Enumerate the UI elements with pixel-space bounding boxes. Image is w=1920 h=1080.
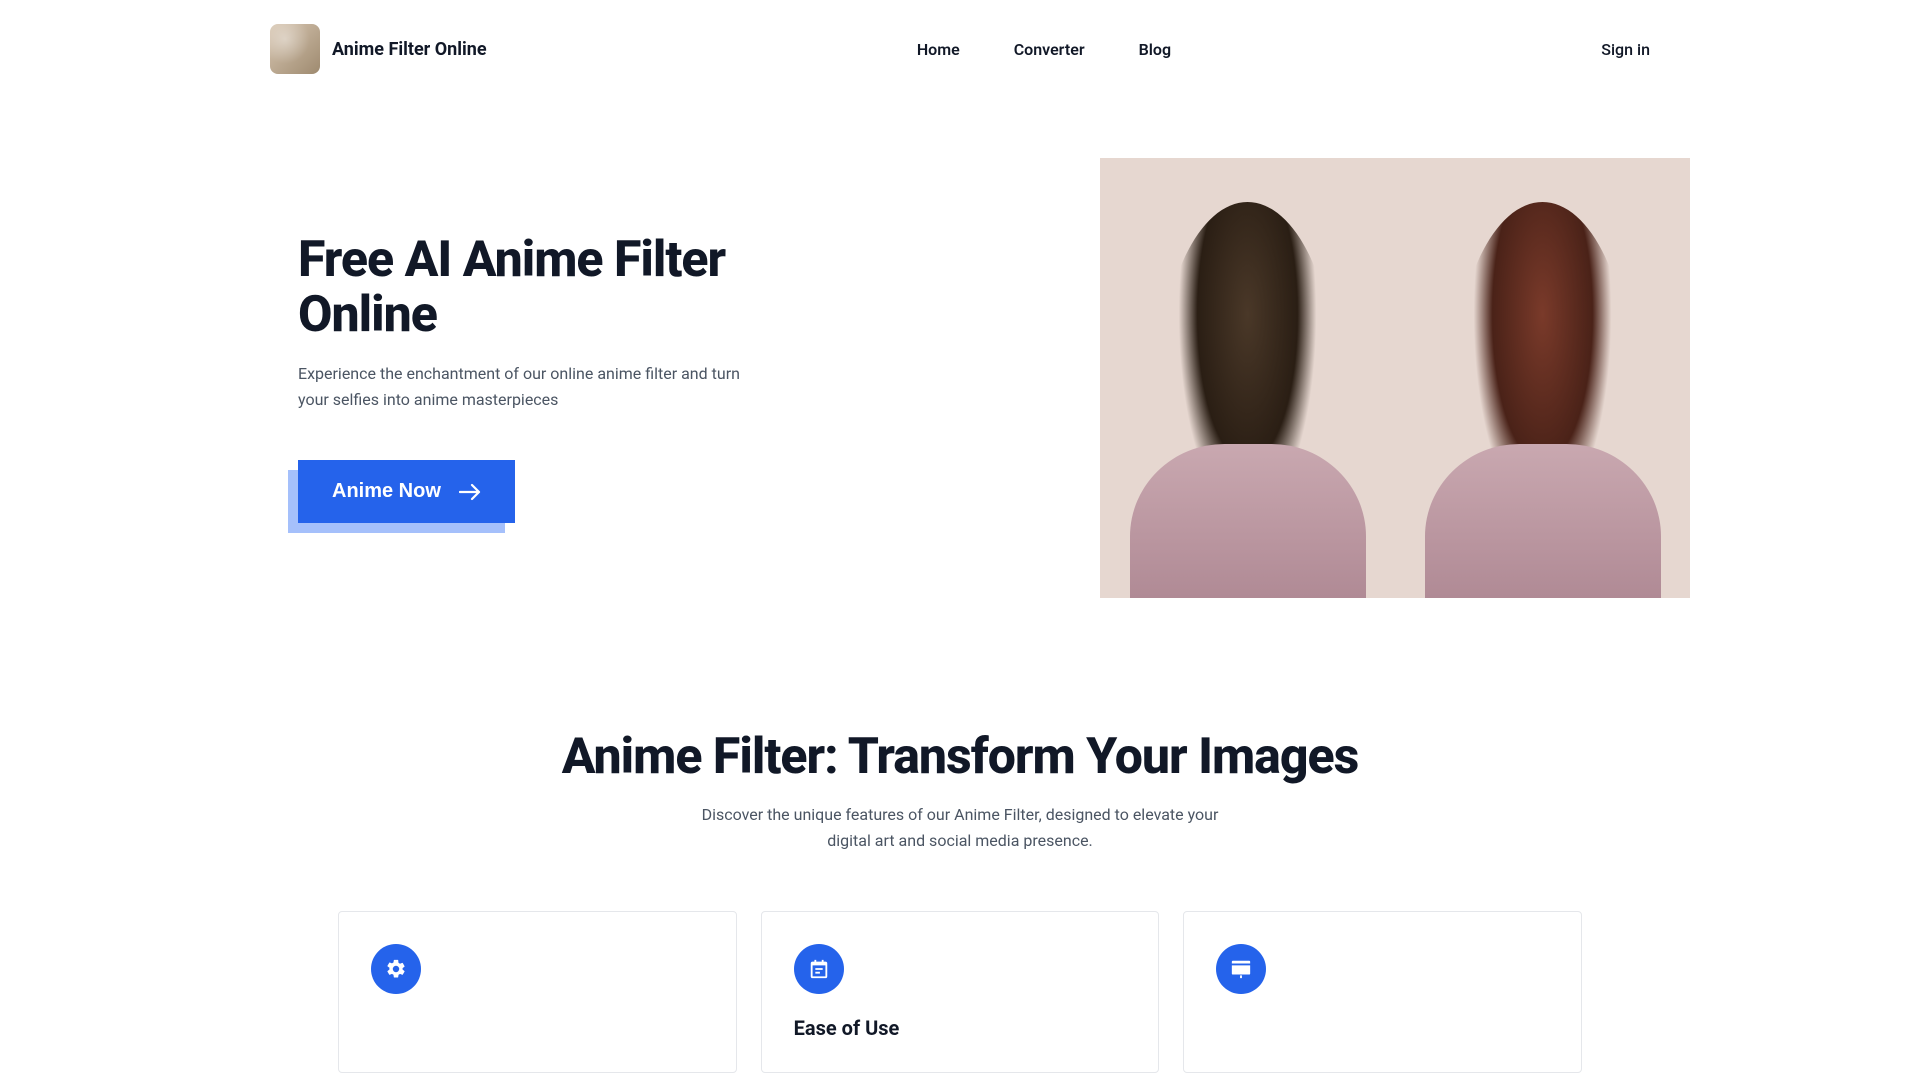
hero-title: Free AI Anime Filter Online — [298, 233, 750, 343]
gear-icon — [371, 944, 421, 994]
hero-image-anime — [1395, 158, 1690, 598]
hero-subtitle: Experience the enchantment of our online… — [298, 361, 750, 412]
anime-now-button[interactable]: Anime Now — [298, 460, 515, 523]
header: Anime Filter Online Home Converter Blog … — [0, 0, 1920, 98]
features-grid: Ease of Use — [270, 911, 1650, 1073]
feature-card — [338, 911, 737, 1073]
cta-wrap: Anime Now — [298, 460, 515, 523]
brand-logo — [270, 24, 320, 74]
cta-label: Anime Now — [332, 480, 441, 503]
hero-image-original — [1100, 158, 1395, 598]
presentation-icon — [1216, 944, 1266, 994]
main-nav: Home Converter Blog — [917, 40, 1171, 59]
feature-card — [1183, 911, 1582, 1073]
features-title: Anime Filter: Transform Your Images — [270, 728, 1650, 786]
notepad-icon — [794, 944, 844, 994]
nav-converter[interactable]: Converter — [1014, 40, 1085, 59]
nav-blog[interactable]: Blog — [1139, 40, 1171, 59]
brand[interactable]: Anime Filter Online — [270, 24, 487, 74]
feature-card: Ease of Use — [761, 911, 1160, 1073]
features-subtitle: Discover the unique features of our Anim… — [700, 802, 1220, 853]
hero-section: Free AI Anime Filter Online Experience t… — [230, 98, 1690, 638]
nav-home[interactable]: Home — [917, 40, 960, 59]
hero-image — [1100, 158, 1690, 598]
features-section: Anime Filter: Transform Your Images Disc… — [230, 638, 1690, 1073]
hero-content: Free AI Anime Filter Online Experience t… — [230, 233, 750, 523]
feature-card-title: Ease of Use — [794, 1016, 1127, 1040]
brand-name: Anime Filter Online — [332, 39, 487, 60]
signin-link[interactable]: Sign in — [1601, 40, 1650, 59]
arrow-right-icon — [459, 483, 481, 501]
